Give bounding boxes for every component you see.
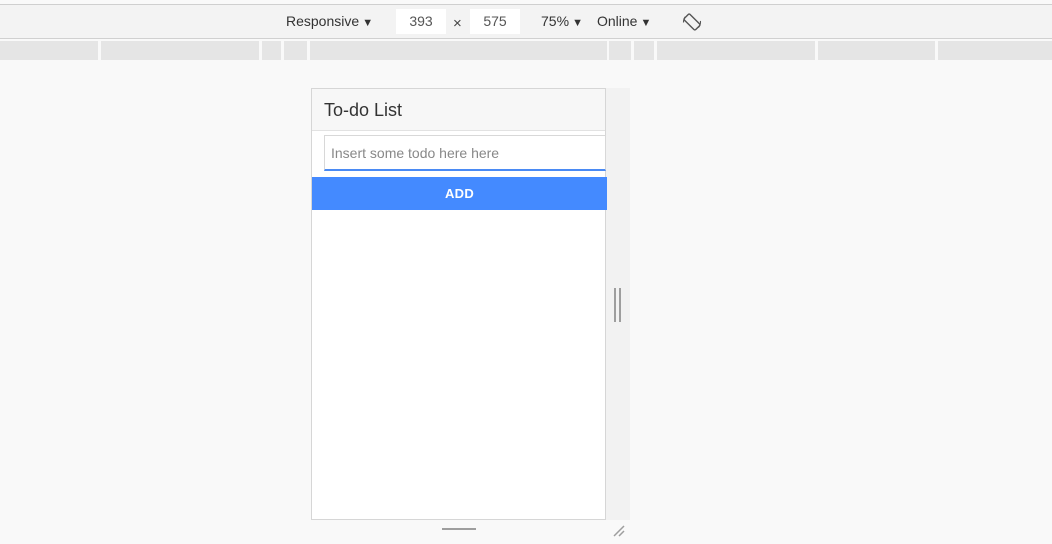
- rotate-icon[interactable]: [682, 12, 702, 32]
- media-query-segment[interactable]: [284, 41, 307, 60]
- device-toolbar: Responsive 393 × 575 75% Online: [0, 5, 1052, 39]
- network-throttle-selector[interactable]: Online: [597, 5, 651, 38]
- media-query-segment[interactable]: [310, 41, 607, 60]
- media-query-segment[interactable]: [0, 41, 98, 60]
- page-title: To-do List: [324, 100, 403, 120]
- device-viewport: To-do List ADD: [311, 88, 607, 520]
- width-input[interactable]: 393: [396, 9, 446, 34]
- device-selector[interactable]: Responsive: [286, 5, 373, 38]
- resize-handle-bottom[interactable]: [442, 528, 476, 534]
- network-selector-label: Online: [597, 13, 638, 29]
- todo-input[interactable]: [324, 135, 606, 171]
- device-selector-label: Responsive: [286, 13, 360, 29]
- media-query-segment[interactable]: [938, 41, 1052, 60]
- zoom-selector[interactable]: 75%: [541, 5, 583, 38]
- media-query-segment[interactable]: [634, 41, 654, 60]
- app-header: To-do List: [312, 89, 605, 131]
- height-input[interactable]: 575: [470, 9, 520, 34]
- dimension-separator: ×: [453, 15, 462, 32]
- media-query-segment[interactable]: [262, 41, 281, 60]
- media-query-bar: [0, 41, 1052, 60]
- resize-handle-right[interactable]: [614, 288, 622, 322]
- zoom-selector-label: 75%: [541, 13, 570, 29]
- resize-corner-icon[interactable]: [612, 524, 626, 538]
- media-query-segment[interactable]: [818, 41, 935, 60]
- media-query-segment[interactable]: [101, 41, 259, 60]
- media-query-segment[interactable]: [657, 41, 815, 60]
- add-button[interactable]: ADD: [312, 177, 607, 210]
- media-query-segment[interactable]: [609, 41, 631, 60]
